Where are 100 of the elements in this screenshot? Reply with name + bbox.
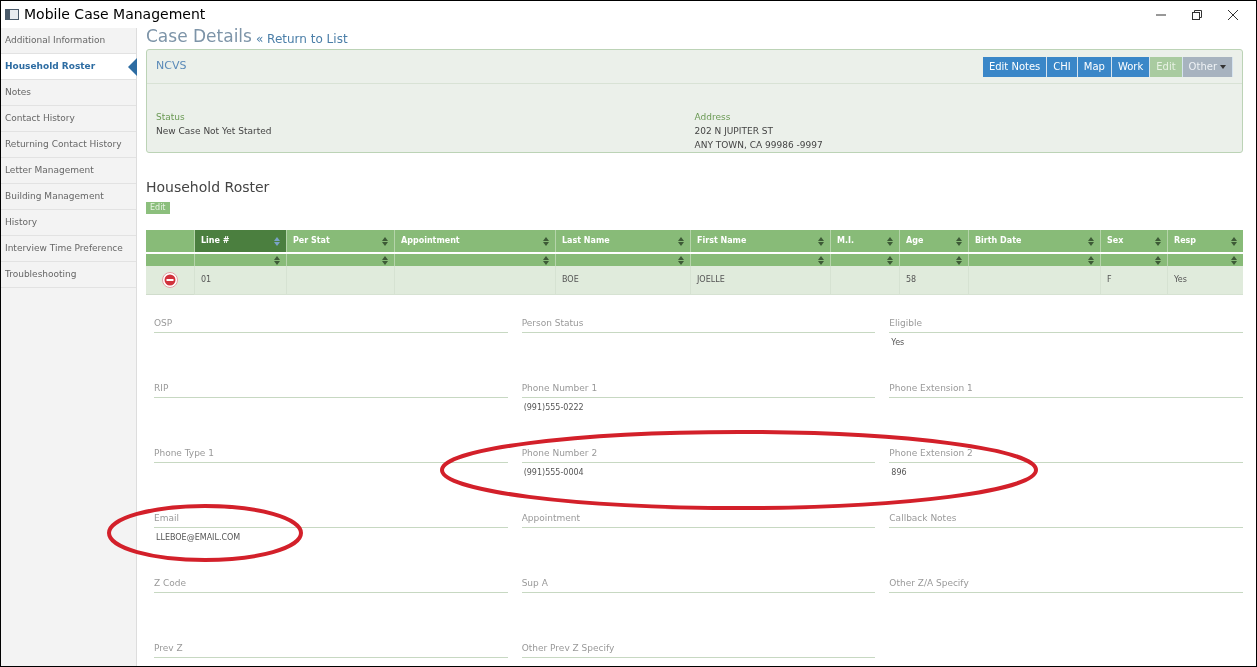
filter-cell[interactable] bbox=[968, 254, 1100, 266]
section-title: Household Roster bbox=[146, 178, 271, 197]
maximize-icon[interactable] bbox=[1192, 9, 1202, 20]
field-label: Phone Extension 1 bbox=[889, 382, 1243, 398]
field-label: Z Code bbox=[154, 577, 508, 593]
sort-icon[interactable] bbox=[678, 255, 684, 265]
case-name: NCVS bbox=[156, 58, 187, 75]
pointer-icon bbox=[128, 58, 137, 76]
sort-icon[interactable] bbox=[1155, 236, 1161, 246]
close-icon[interactable] bbox=[1228, 9, 1238, 20]
table-cell: 58 bbox=[899, 266, 968, 295]
sort-icon[interactable] bbox=[382, 236, 388, 246]
sort-icon[interactable] bbox=[818, 236, 824, 246]
toolbar-button[interactable]: Map bbox=[1077, 56, 1112, 77]
sidebar-item[interactable]: Notes bbox=[1, 80, 136, 106]
sort-icon[interactable] bbox=[956, 236, 962, 246]
field-label: Callback Notes bbox=[889, 512, 1243, 528]
status-value: New Case Not Yet Started bbox=[156, 125, 273, 138]
filter-cell[interactable] bbox=[394, 254, 555, 266]
sidebar-item[interactable]: Household Roster bbox=[1, 54, 136, 80]
sort-icon[interactable] bbox=[543, 236, 549, 246]
sort-icon[interactable] bbox=[1231, 255, 1237, 265]
sort-icon[interactable] bbox=[887, 236, 893, 246]
table-cell: 01 bbox=[194, 266, 286, 295]
field-label: Phone Number 1 bbox=[521, 382, 876, 398]
address-line: 202 N JUPITER ST bbox=[694, 125, 774, 138]
window-title: Mobile Case Management bbox=[24, 5, 206, 24]
dropdown-button[interactable]: Other bbox=[1182, 56, 1233, 77]
filter-cell bbox=[146, 254, 194, 266]
sidebar-item[interactable]: Troubleshooting bbox=[1, 262, 136, 288]
sidebar-item[interactable]: History bbox=[1, 210, 136, 236]
sort-icon[interactable] bbox=[818, 255, 824, 265]
column-header[interactable]: Resp bbox=[1167, 230, 1243, 252]
filter-cell[interactable] bbox=[1100, 254, 1167, 266]
field-label: Prev Z bbox=[154, 642, 508, 658]
page-title: Case Details bbox=[146, 28, 252, 45]
column-header[interactable]: Line # bbox=[194, 230, 286, 252]
filter-cell[interactable] bbox=[555, 254, 690, 266]
return-link[interactable]: « Return to List bbox=[255, 33, 348, 45]
field-value: (991)555-0222 bbox=[522, 401, 585, 414]
field-value: 896 bbox=[890, 466, 908, 479]
sort-icon[interactable] bbox=[956, 255, 962, 265]
field-label: OSP bbox=[154, 317, 508, 333]
caret-icon bbox=[1220, 64, 1226, 69]
filter-cell[interactable] bbox=[899, 254, 968, 266]
sort-icon[interactable] bbox=[1088, 255, 1094, 265]
sort-icon[interactable] bbox=[887, 255, 893, 265]
field-value: LLEBOE@EMAIL.COM bbox=[155, 531, 242, 544]
field-value: (991)555-0004 bbox=[522, 466, 585, 479]
header-cell bbox=[146, 230, 194, 252]
sidebar-item[interactable]: Returning Contact History bbox=[1, 132, 136, 158]
address-line: ANY TOWN, CA 99986 -9997 bbox=[694, 139, 824, 152]
field-label: Appointment bbox=[521, 512, 876, 528]
column-header[interactable]: First Name bbox=[690, 230, 830, 252]
toolbar-button[interactable]: CHI bbox=[1047, 56, 1078, 77]
column-header[interactable]: Last Name bbox=[555, 230, 690, 252]
column-header[interactable]: Birth Date bbox=[968, 230, 1100, 252]
sort-icon[interactable] bbox=[382, 255, 388, 265]
table-cell bbox=[830, 266, 899, 295]
filter-cell[interactable] bbox=[690, 254, 830, 266]
field-label: Phone Extension 2 bbox=[889, 447, 1243, 463]
column-header[interactable]: M.I. bbox=[830, 230, 899, 252]
sort-icon[interactable] bbox=[1155, 255, 1161, 265]
sort-icon[interactable] bbox=[1231, 236, 1237, 246]
filter-cell[interactable] bbox=[286, 254, 394, 266]
filter-cell[interactable] bbox=[1167, 254, 1243, 266]
toolbar-button[interactable]: Work bbox=[1111, 56, 1151, 77]
sidebar-item[interactable]: Interview Time Preference bbox=[1, 236, 136, 262]
sidebar-item[interactable]: Building Management bbox=[1, 184, 136, 210]
column-header[interactable]: Sex bbox=[1100, 230, 1167, 252]
toolbar-button[interactable]: Edit Notes bbox=[982, 56, 1048, 77]
table-cell: F bbox=[1100, 266, 1167, 295]
column-header[interactable]: Per Stat bbox=[286, 230, 394, 252]
sort-icon[interactable] bbox=[678, 236, 684, 246]
field-label: Email bbox=[154, 512, 508, 528]
field-label: Other Z/A Specify bbox=[889, 577, 1243, 593]
sort-icon[interactable] bbox=[1088, 236, 1094, 246]
sidebar-item[interactable]: Letter Management bbox=[1, 158, 136, 184]
column-header[interactable]: Age bbox=[899, 230, 968, 252]
remove-icon[interactable] bbox=[162, 272, 178, 288]
edit-button[interactable]: Edit bbox=[146, 202, 170, 214]
field-label: RIP bbox=[154, 382, 508, 398]
table-cell: Yes bbox=[1167, 266, 1243, 295]
table-cell: BOE bbox=[555, 266, 690, 295]
sort-icon[interactable] bbox=[274, 255, 280, 265]
address-label: Address bbox=[694, 111, 732, 124]
sidebar-item[interactable]: Contact History bbox=[1, 106, 136, 132]
field-value: Yes bbox=[890, 336, 906, 349]
app-icon bbox=[5, 9, 19, 20]
field-label: Eligible bbox=[889, 317, 1243, 333]
column-header[interactable]: Appointment bbox=[394, 230, 555, 252]
filter-cell[interactable] bbox=[830, 254, 899, 266]
field-label: Sup A bbox=[521, 577, 876, 593]
field-label: Phone Type 1 bbox=[154, 447, 508, 463]
table-cell: JOELLE bbox=[690, 266, 830, 295]
field-label: Other Prev Z Specify bbox=[521, 642, 876, 658]
sort-icon[interactable] bbox=[274, 236, 280, 246]
status-label: Status bbox=[156, 111, 186, 124]
filter-cell[interactable] bbox=[194, 254, 286, 266]
sort-icon[interactable] bbox=[543, 255, 549, 265]
